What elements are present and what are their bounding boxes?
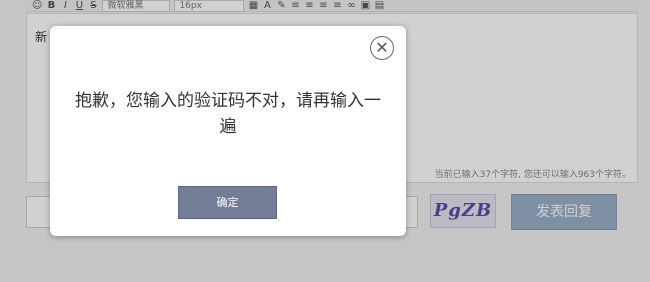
confirm-button[interactable]: 确定 [178,186,277,219]
error-dialog: ✕ 抱歉，您输入的验证码不对，请再输入一遍 确定 [50,26,406,236]
dialog-message: 抱歉，您输入的验证码不对，请再输入一遍 [75,91,381,137]
close-icon[interactable]: ✕ [370,36,394,60]
